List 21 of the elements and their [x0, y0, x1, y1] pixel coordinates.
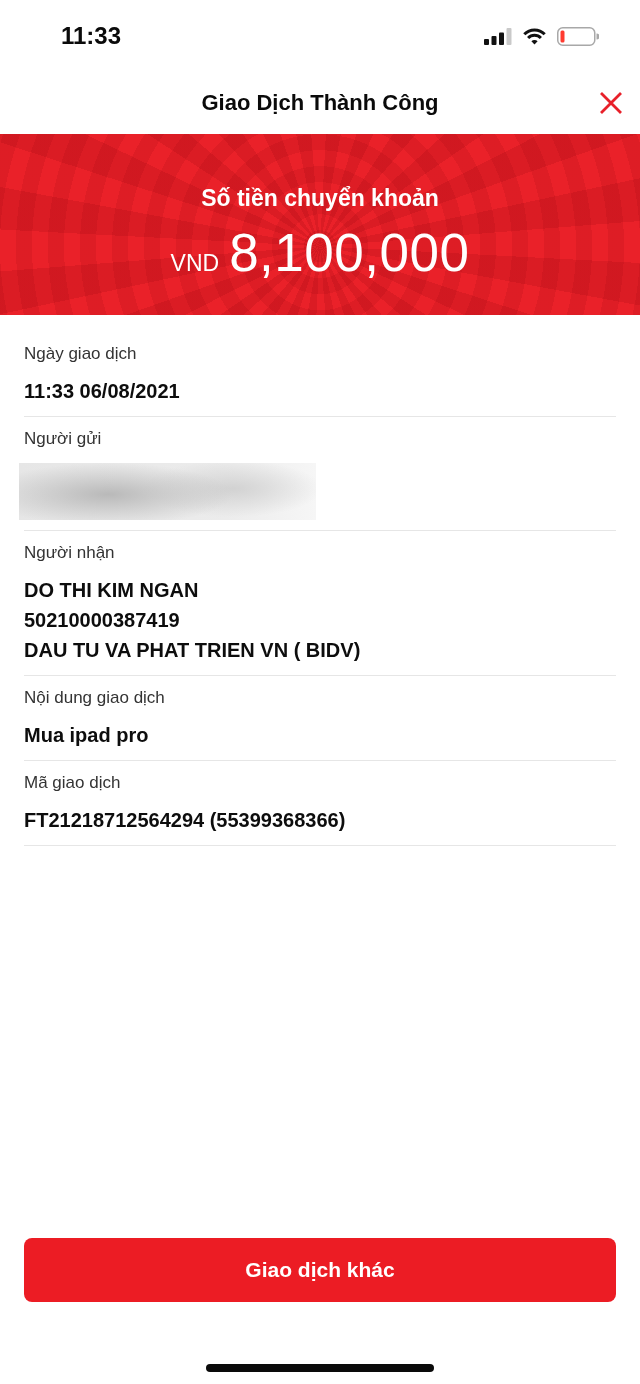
detail-value: DAU TU VA PHAT TRIEN VN ( BIDV) — [24, 638, 362, 663]
detail-label: Người nhận — [24, 542, 116, 564]
other-transaction-button[interactable]: Giao dịch khác — [24, 1238, 616, 1302]
battery-icon — [557, 26, 599, 46]
detail-label: Người gửi — [24, 428, 103, 450]
status-time: 11:33 — [61, 22, 122, 50]
detail-label: Mã giao dịch — [24, 772, 122, 794]
currency-label: VND — [170, 249, 220, 278]
screen-title: Giao Dịch Thành Công — [201, 89, 439, 117]
detail-value: 50210000387419 — [24, 608, 181, 633]
close-icon — [600, 92, 622, 114]
detail-value: Mua ipad pro — [24, 723, 150, 748]
detail-value: 11:33 06/08/2021 — [24, 379, 181, 404]
detail-label: Ngày giao dịch — [24, 343, 138, 365]
wifi-icon — [522, 27, 547, 45]
detail-label: Nội dung giao dịch — [24, 687, 166, 709]
amount-value: 8,100,000 — [229, 223, 470, 283]
detail-value: DO THI KIM NGAN — [24, 578, 200, 603]
detail-value: FT21218712564294 (55399368366) — [24, 808, 347, 833]
signal-icon — [484, 27, 512, 45]
amount-label: Số tiền chuyển khoản — [201, 184, 439, 212]
